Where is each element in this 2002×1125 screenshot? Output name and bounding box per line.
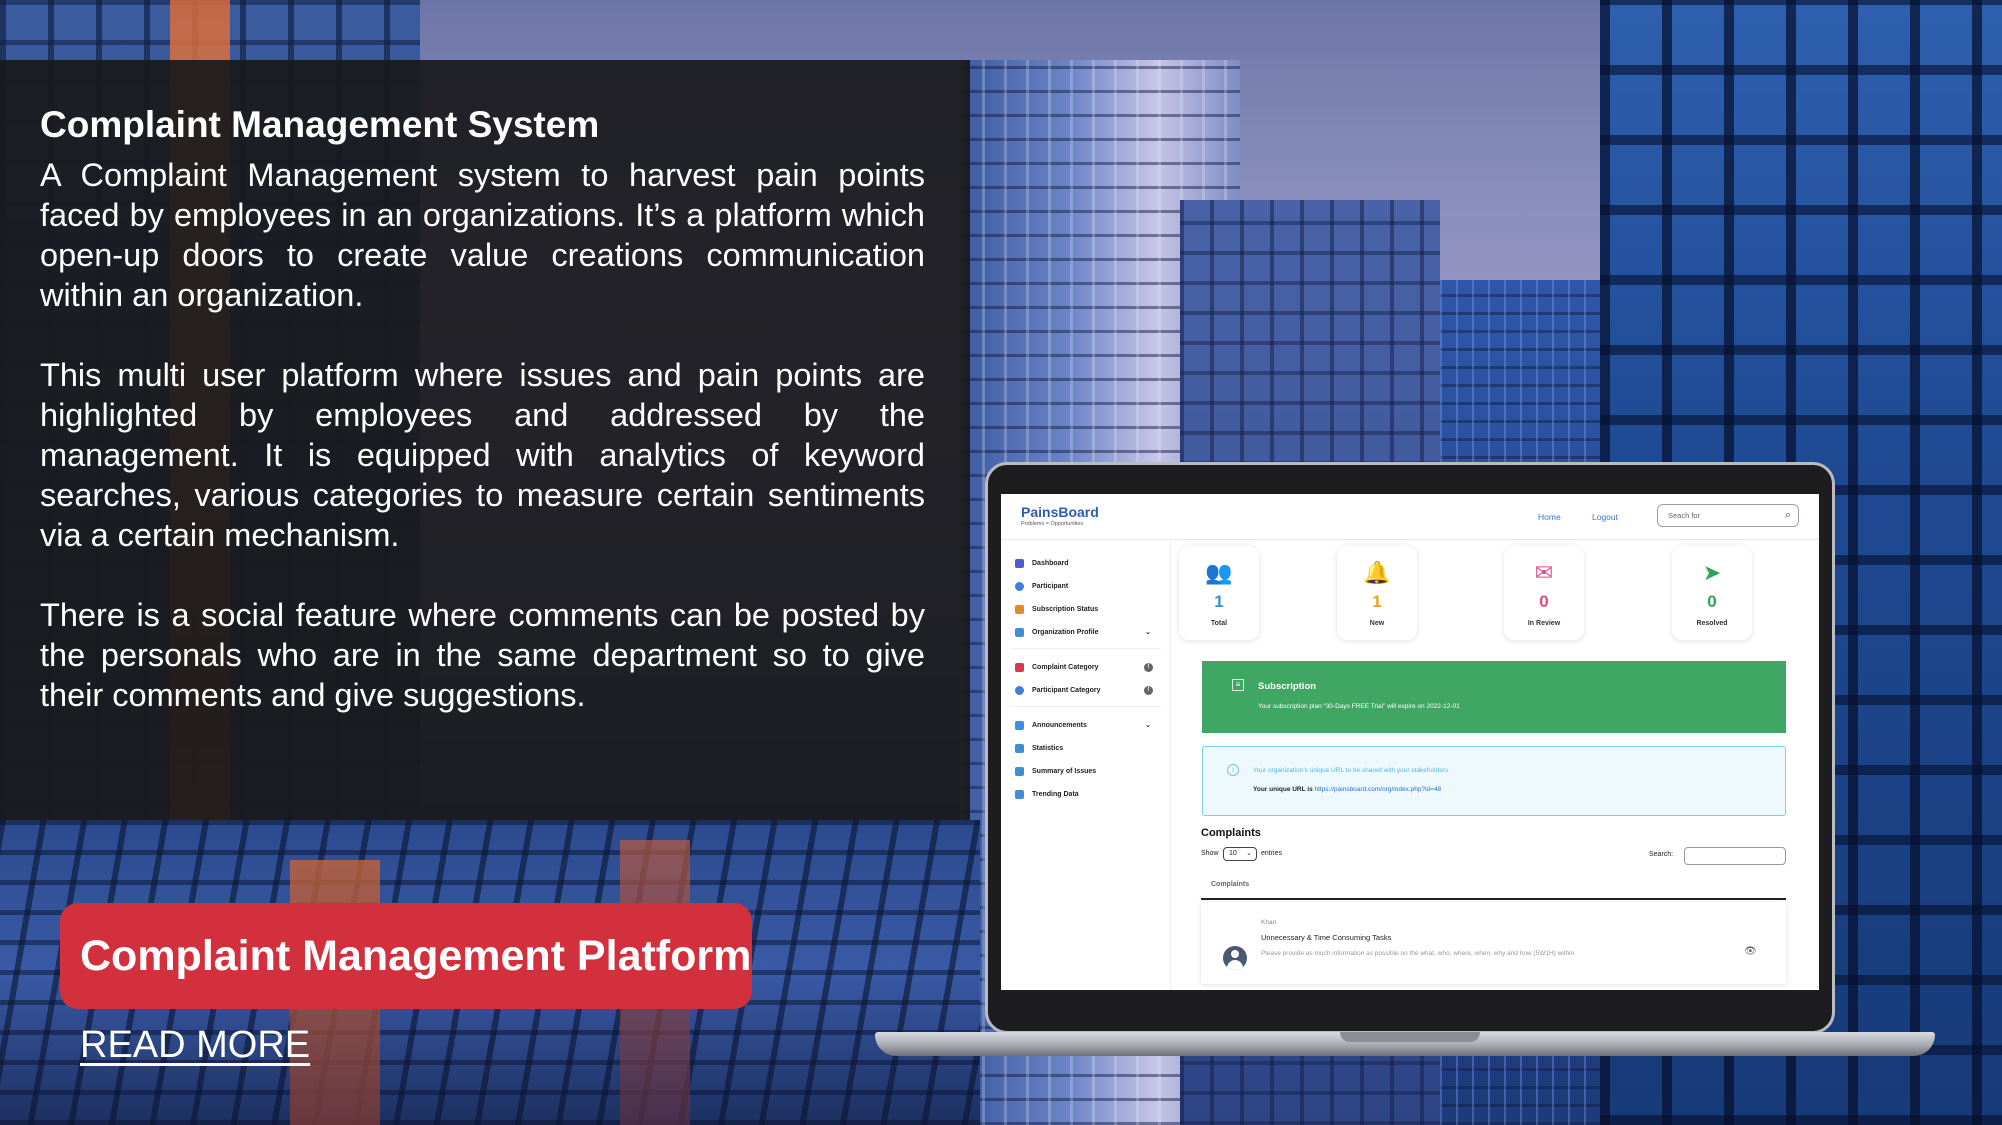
megaphone-icon — [1015, 720, 1024, 730]
url-description: Your organization’s unique URL to be sha… — [1253, 767, 1449, 774]
nav-home-link[interactable]: Home — [1538, 512, 1561, 522]
list-icon: ≡ — [1232, 679, 1244, 691]
panel-title: Complaint Management System — [40, 104, 600, 145]
folder-icon — [1015, 662, 1024, 672]
sidebar-item-label: Organization Profile — [1032, 628, 1099, 636]
paragraph-2: This multi user platform where issues an… — [40, 357, 925, 553]
paragraph-3: There is a social feature where comments… — [40, 597, 925, 713]
people-icon: 👥 — [1205, 560, 1233, 585]
clipboard-icon — [1015, 604, 1024, 614]
show-label: Show — [1201, 850, 1219, 857]
app-logo[interactable]: PainsBoard — [1021, 504, 1099, 520]
stat-card-in-review[interactable]: ✉ 0 In Review — [1504, 546, 1584, 640]
search-icon[interactable]: ⌕ — [1785, 509, 1791, 522]
sidebar-item-label: Complaint Category — [1032, 663, 1099, 671]
sidebar-item-statistics[interactable]: Statistics — [1015, 741, 1165, 755]
sidebar-item-organization-profile[interactable]: Organization Profile ⌄ — [1015, 625, 1165, 639]
home-icon — [1015, 558, 1024, 568]
subscription-title: Subscription — [1258, 681, 1317, 692]
platform-button[interactable]: Complaint Management Platform — [60, 903, 752, 1009]
sidebar-item-label: Statistics — [1032, 744, 1064, 752]
sidebar-item-summary-of-issues[interactable]: Summary of Issues — [1015, 764, 1165, 778]
entries-select[interactable]: 10 ⌄ — [1223, 847, 1257, 861]
panel-body: A Complaint Management system to harvest… — [40, 155, 925, 755]
nav-logout-link[interactable]: Logout — [1592, 512, 1618, 522]
bell-icon: 🔔 — [1363, 560, 1391, 585]
subscription-text: Your subscription plan “30-Days FREE Tri… — [1258, 703, 1460, 710]
logo-tagline: Problems = Opportunities — [1021, 521, 1084, 527]
avatar — [1223, 946, 1247, 970]
bar-chart-icon — [1015, 789, 1024, 799]
sidebar-item-trending-data[interactable]: Trending Data — [1015, 787, 1165, 801]
search-placeholder: Seach for — [1668, 511, 1701, 520]
stat-card-total[interactable]: 👥 1 Total — [1179, 546, 1259, 640]
bar-chart-icon — [1015, 743, 1024, 753]
stat-card-resolved[interactable]: ➤ 0 Resolved — [1672, 546, 1752, 640]
stat-label: In Review — [1527, 620, 1561, 627]
sidebar-divider — [1011, 706, 1161, 707]
complaint-author: Khan — [1261, 919, 1277, 926]
paragraph-1: A Complaint Management system to harvest… — [40, 157, 925, 313]
building-icon — [1015, 627, 1024, 637]
stat-label: New — [1369, 620, 1385, 627]
entries-value: 10 — [1229, 850, 1237, 857]
chevron-down-icon[interactable]: ⌄ — [1145, 628, 1151, 636]
envelope-icon: ✉ — [1534, 560, 1554, 585]
read-more-link[interactable]: READ MORE — [80, 1024, 310, 1067]
sidebar-item-label: Trending Data — [1032, 790, 1079, 798]
sidebar-item-label: Summary of Issues — [1032, 767, 1097, 775]
sidebar-item-label: Subscription Status — [1032, 605, 1099, 613]
user-icon — [1015, 581, 1024, 591]
stat-label: Resolved — [1696, 620, 1728, 627]
subscription-banner: ≡ Subscription Your subscription plan “3… — [1202, 661, 1786, 733]
entries-label: entries — [1261, 850, 1283, 857]
stat-card-new[interactable]: 🔔 1 New — [1337, 546, 1417, 640]
url-prefix: Your unique URL is — [1253, 786, 1315, 793]
sidebar-item-announcements[interactable]: Announcements ⌄ — [1015, 718, 1165, 732]
chevron-down-icon[interactable]: ⌄ — [1145, 721, 1151, 729]
complaint-row[interactable]: Khan Unnecessary & Time Consuming Tasks … — [1201, 902, 1786, 984]
table-search-input[interactable] — [1684, 847, 1786, 865]
complaint-description: Please provide as much information as po… — [1261, 950, 1575, 957]
stat-label: Total — [1210, 620, 1228, 627]
chevron-down-icon: ⌄ — [1246, 850, 1252, 857]
laptop-notch — [1340, 1032, 1480, 1042]
stat-value: 1 — [1214, 592, 1224, 611]
sidebar: Dashboard Participant Subscription Statu… — [1001, 540, 1171, 990]
app-header: PainsBoard Problems = Opportunities Home… — [1001, 494, 1819, 540]
sidebar-divider — [1011, 648, 1161, 649]
unique-url-box: i Your organization’s unique URL to be s… — [1202, 746, 1786, 816]
sidebar-item-participant[interactable]: Participant — [1015, 579, 1165, 593]
sidebar-item-label: Participant — [1032, 582, 1069, 590]
sidebar-item-participant-category[interactable]: Participant Category ! — [1015, 683, 1165, 697]
eye-icon[interactable]: 👁 — [1744, 946, 1757, 957]
sidebar-item-complaint-category[interactable]: Complaint Category ! — [1015, 660, 1165, 674]
sidebar-item-label: Participant Category — [1032, 686, 1101, 694]
sidebar-item-label: Dashboard — [1032, 559, 1069, 567]
info-icon: ! — [1144, 685, 1153, 695]
tab-underline — [1201, 898, 1786, 900]
table-search-label: Search: — [1649, 851, 1674, 858]
unique-url-link[interactable]: https://painsboard.com/org/index.php?id=… — [1315, 786, 1442, 793]
stat-value: 0 — [1707, 592, 1717, 611]
search-input[interactable]: Seach for ⌕ — [1657, 504, 1799, 527]
stat-value: 0 — [1539, 592, 1549, 611]
complaints-title: Complaints — [1201, 827, 1261, 839]
info-icon: ! — [1144, 662, 1153, 672]
sidebar-item-subscription-status[interactable]: Subscription Status — [1015, 602, 1165, 616]
url-line: Your unique URL is https://painsboard.co… — [1253, 786, 1441, 793]
tab-complaints[interactable]: Complaints — [1211, 881, 1249, 888]
stat-value: 1 — [1372, 592, 1382, 611]
info-icon: i — [1227, 764, 1239, 776]
sidebar-item-dashboard[interactable]: Dashboard — [1015, 556, 1165, 570]
paper-plane-icon: ➤ — [1702, 560, 1722, 585]
sidebar-item-label: Announcements — [1032, 721, 1087, 729]
laptop-screen: PainsBoard Problems = Opportunities Home… — [1001, 494, 1819, 990]
complaint-title: Unnecessary & Time Consuming Tasks — [1261, 933, 1392, 942]
bar-chart-icon — [1015, 766, 1024, 776]
user-group-icon — [1015, 685, 1024, 695]
